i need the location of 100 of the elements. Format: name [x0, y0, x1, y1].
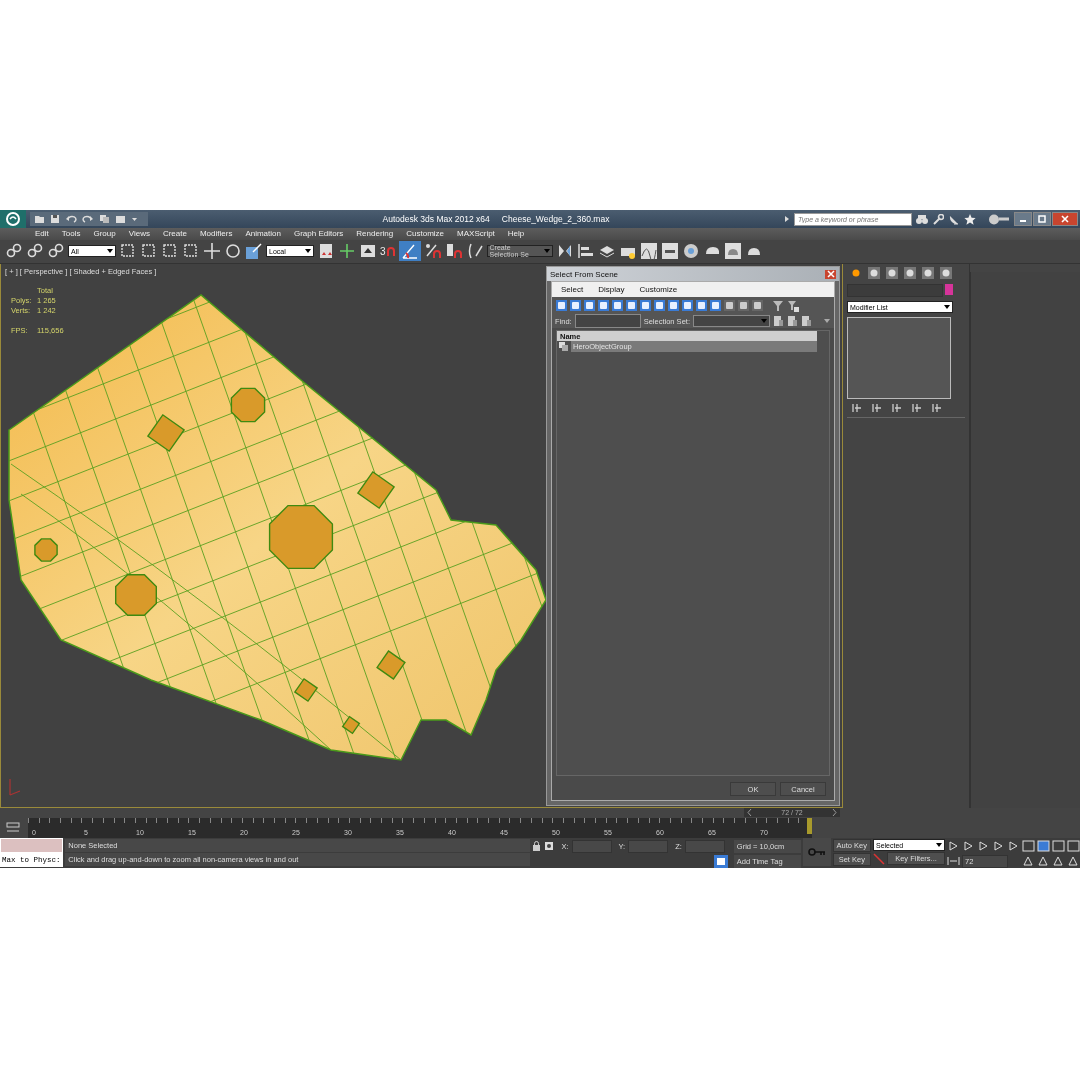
- filter-toggle[interactable]: [710, 300, 721, 311]
- menu-item[interactable]: Animation: [245, 229, 281, 239]
- filter-toggle[interactable]: [752, 300, 763, 311]
- menu-item[interactable]: Graph Editors: [293, 229, 344, 239]
- find-field[interactable]: [574, 314, 641, 328]
- menu-item[interactable]: Create: [162, 229, 187, 239]
- schematic-view-icon[interactable]: [660, 242, 679, 261]
- modifier-stack-tool-icon[interactable]: [871, 403, 883, 413]
- previous-frame-icon[interactable]: [747, 809, 752, 816]
- absolute-mode-icon[interactable]: [544, 841, 555, 851]
- angle-snap-icon[interactable]: [398, 241, 421, 262]
- menu-item[interactable]: Views: [128, 229, 150, 239]
- axis-constraint-icon[interactable]: [338, 242, 356, 261]
- menu-item[interactable]: Rendering: [356, 229, 394, 239]
- playback-control-icon[interactable]: [1007, 841, 1020, 851]
- filter-toggle[interactable]: [682, 300, 693, 311]
- star-icon[interactable]: [964, 213, 976, 225]
- modifier-stack-list[interactable]: [847, 317, 951, 399]
- viewport-navigation-icon[interactable]: [1037, 840, 1050, 852]
- copy-icon[interactable]: [99, 214, 110, 224]
- filter-toggle[interactable]: [556, 300, 567, 311]
- modifier-stack-tool-icon[interactable]: [931, 403, 943, 413]
- filter-toggle[interactable]: [640, 300, 651, 311]
- selection-set-icon[interactable]: [786, 315, 798, 327]
- viewport-navigation-icon[interactable]: [1067, 840, 1080, 852]
- maximize-button[interactable]: [1033, 212, 1051, 226]
- percent-snap-icon[interactable]: [423, 242, 442, 261]
- align-icon[interactable]: [576, 242, 595, 261]
- minimize-button[interactable]: [1014, 212, 1032, 226]
- track-bar-icon[interactable]: [6, 822, 20, 834]
- menu-item[interactable]: Select: [561, 285, 584, 294]
- material-editor-icon[interactable]: [681, 242, 700, 261]
- viewport-navigation-icon[interactable]: [1037, 855, 1050, 867]
- viewport-navigation-icon[interactable]: [1052, 855, 1065, 867]
- playback-control-icon[interactable]: [962, 841, 975, 851]
- save-icon[interactable]: [50, 214, 60, 224]
- menu-item[interactable]: Modifiers: [199, 229, 233, 239]
- rendered-frame-icon[interactable]: [723, 242, 742, 261]
- filter-toggle[interactable]: [570, 300, 581, 311]
- filter-toggle[interactable]: [738, 300, 749, 311]
- binoculars-icon[interactable]: [916, 213, 928, 225]
- lock-icon[interactable]: [532, 841, 542, 851]
- next-frame-icon[interactable]: [832, 809, 837, 816]
- filter-toggle[interactable]: [598, 300, 609, 311]
- menu-item[interactable]: Group: [93, 229, 116, 239]
- time-marker[interactable]: [807, 818, 812, 834]
- y-coordinate-field[interactable]: [628, 839, 669, 853]
- menu-item[interactable]: Help: [507, 229, 525, 239]
- window-icon[interactable]: [115, 214, 126, 224]
- close-button[interactable]: [1052, 212, 1078, 226]
- undo-icon[interactable]: [65, 214, 77, 224]
- modifier-stack-tool-icon[interactable]: [891, 403, 903, 413]
- spinner-snap-icon[interactable]: [444, 242, 463, 261]
- open-folder-icon[interactable]: [34, 214, 45, 224]
- modifier-stack-tool-icon[interactable]: [851, 403, 863, 413]
- selection-set-icon[interactable]: [800, 315, 812, 327]
- filter-toggle[interactable]: [724, 300, 735, 311]
- more-caret-icon[interactable]: [822, 318, 831, 324]
- key-icon: [807, 848, 826, 856]
- selection-set-dropdown[interactable]: [692, 315, 770, 327]
- viewport-navigation-icon[interactable]: [1052, 840, 1065, 852]
- menu-item[interactable]: MAXScript: [457, 229, 495, 239]
- z-coordinate-field[interactable]: [684, 839, 725, 853]
- redo-icon[interactable]: [82, 214, 94, 224]
- filter-toggle[interactable]: [654, 300, 665, 311]
- menu-item[interactable]: Customize: [639, 285, 678, 294]
- playback-control-icon[interactable]: [992, 841, 1005, 851]
- app-title: Autodesk 3ds Max 2012 x64: [382, 214, 490, 224]
- maxscript-listener-field[interactable]: [0, 838, 64, 853]
- filter-toggle[interactable]: [612, 300, 623, 311]
- rotate-icon[interactable]: [224, 242, 242, 261]
- filter-toggle[interactable]: [626, 300, 637, 311]
- viewport-navigation-icon[interactable]: [1067, 855, 1080, 867]
- wrench-icon[interactable]: [932, 213, 944, 225]
- modifier-stack-tool-icon[interactable]: [911, 403, 923, 413]
- filter-list-icon[interactable]: [787, 299, 799, 312]
- filter-toggle[interactable]: [668, 300, 679, 311]
- time-tag-icon[interactable]: [713, 854, 728, 868]
- menu-item[interactable]: Customize: [406, 229, 445, 239]
- move-icon[interactable]: [203, 242, 221, 261]
- playback-control-icon[interactable]: [947, 841, 960, 851]
- menu-item[interactable]: Tools: [61, 229, 81, 239]
- x-coordinate-field[interactable]: [571, 839, 612, 853]
- playback-control-icon[interactable]: [977, 841, 990, 851]
- time-configuration-icon[interactable]: [947, 856, 960, 866]
- viewport-navigation-icon[interactable]: [1022, 855, 1035, 867]
- object-color-swatch[interactable]: [945, 284, 953, 295]
- curve-editor-icon[interactable]: [639, 242, 658, 261]
- filter-icon[interactable]: [772, 299, 784, 312]
- app-logo-icon[interactable]: [0, 210, 26, 228]
- menu-item[interactable]: Edit: [35, 229, 49, 239]
- viewport-navigation-icon[interactable]: [1022, 840, 1035, 852]
- selection-set-icon[interactable]: [772, 315, 784, 327]
- close-icon: [826, 270, 835, 278]
- snap-toggle[interactable]: 3: [380, 245, 396, 257]
- expand-arrow-icon[interactable]: [784, 214, 790, 224]
- filter-toggle[interactable]: [584, 300, 595, 311]
- scale-icon[interactable]: [245, 242, 263, 261]
- filter-toggle[interactable]: [696, 300, 707, 311]
- menu-item[interactable]: Display: [598, 285, 625, 294]
